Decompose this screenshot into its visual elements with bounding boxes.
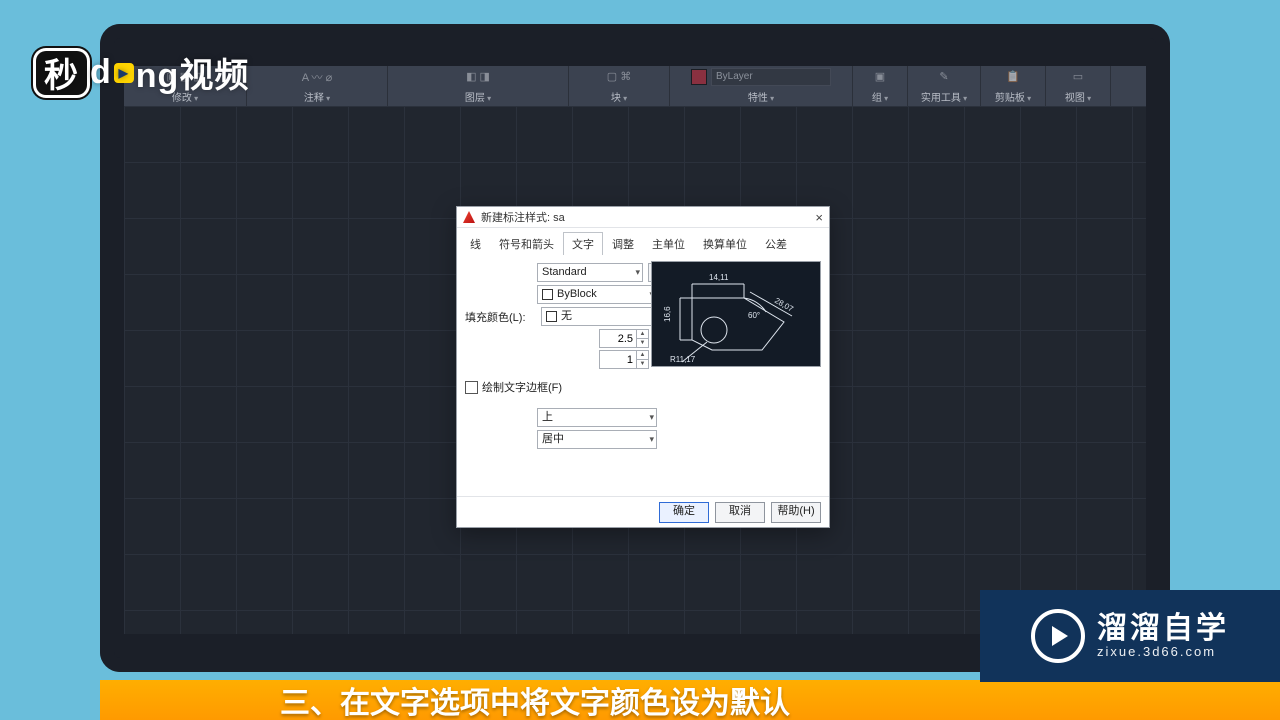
color-swatch-icon — [542, 289, 553, 300]
ok-button[interactable]: 确定 — [659, 502, 709, 523]
ribbon-group-utilities[interactable]: ✎ 实用工具 — [908, 66, 981, 106]
layer-combo[interactable]: ByLayer — [711, 68, 831, 86]
caption-text: 三、在文字选项中将文字颜色设为默认 — [280, 680, 790, 720]
dimension-preview: 14,11 16,6 28,07 60° R11,17 — [651, 261, 821, 367]
play-circle-icon — [1031, 609, 1085, 663]
color-swatch-icon[interactable] — [691, 69, 707, 85]
ribbon-group-properties[interactable]: ByLayer 特性 — [670, 66, 853, 106]
color-swatch-icon — [546, 311, 557, 322]
play-icon: ▶ — [114, 63, 134, 83]
chevron-up-icon[interactable]: ▲ — [636, 330, 648, 339]
draw-frame-checkbox[interactable] — [465, 381, 478, 394]
tab-symbols[interactable]: 符号和箭头 — [490, 232, 563, 255]
ribbon: ▣ ▤ ▥ 修改 A 〰 ⌀ 注释 ◧ ◨ 图层 ▢ ⌘ 块 ByLayer 特… — [124, 66, 1146, 107]
tab-alt-units[interactable]: 换算单位 — [694, 232, 756, 255]
text-height-input[interactable] — [600, 330, 636, 347]
horizontal-pos-combo[interactable]: 居中 — [537, 430, 657, 449]
fill-color-combo[interactable]: 无 — [541, 307, 661, 326]
chevron-up-icon[interactable]: ▲ — [636, 351, 648, 360]
ribbon-group-clipboard[interactable]: 📋 剪贴板 — [981, 66, 1046, 106]
brand-bottom-right: 溜溜自学 zixue.3d66.com — [980, 590, 1280, 682]
text-style-combo[interactable]: Standard — [537, 263, 643, 282]
brand-top-left: 秒 d ▶ ng视频 — [36, 48, 249, 97]
dialog-title: 新建标注样式: sa — [481, 209, 565, 225]
close-icon[interactable]: × — [815, 210, 823, 225]
scale-spinner[interactable]: ▲▼ — [599, 350, 649, 369]
svg-text:16,6: 16,6 — [663, 306, 672, 322]
fill-color-label: 填充颜色(L): — [465, 309, 535, 325]
dialog-titlebar: 新建标注样式: sa × — [457, 207, 829, 228]
vertical-pos-combo[interactable]: 上 — [537, 408, 657, 427]
dim-style-dialog: 新建标注样式: sa × 线 符号和箭头 文字 调整 主单位 换算单位 公差 S… — [456, 206, 830, 528]
caption-bar: 三、在文字选项中将文字颜色设为默认 — [100, 680, 1280, 720]
cancel-button[interactable]: 取消 — [715, 502, 765, 523]
tab-lines[interactable]: 线 — [461, 232, 490, 255]
dialog-tabs: 线 符号和箭头 文字 调整 主单位 换算单位 公差 — [457, 228, 829, 255]
ribbon-group-block[interactable]: ▢ ⌘ 块 — [569, 66, 670, 106]
dialog-footer: 确定 取消 帮助(H) — [457, 496, 829, 527]
ribbon-group-layers[interactable]: ◧ ◨ 图层 — [388, 66, 569, 106]
ribbon-group-groups[interactable]: ▣ 组 — [853, 66, 908, 106]
tab-text[interactable]: 文字 — [563, 232, 603, 255]
tab-fit[interactable]: 调整 — [603, 232, 643, 255]
chevron-down-icon[interactable]: ▼ — [636, 339, 648, 347]
ribbon-group-annotate[interactable]: A 〰 ⌀ 注释 — [247, 66, 388, 106]
ribbon-group-view[interactable]: ▭ 视图 — [1046, 66, 1111, 106]
monitor-frame: ▣ ▤ ▥ 修改 A 〰 ⌀ 注释 ◧ ◨ 图层 ▢ ⌘ 块 ByLayer 特… — [100, 24, 1170, 672]
tab-tolerances[interactable]: 公差 — [756, 232, 796, 255]
scale-input[interactable] — [600, 351, 636, 368]
svg-text:60°: 60° — [748, 311, 760, 320]
app-screen: ▣ ▤ ▥ 修改 A 〰 ⌀ 注释 ◧ ◨ 图层 ▢ ⌘ 块 ByLayer 特… — [124, 66, 1146, 634]
app-icon — [463, 211, 475, 223]
svg-text:R11,17: R11,17 — [670, 355, 696, 364]
help-button[interactable]: 帮助(H) — [771, 502, 821, 523]
text-height-spinner[interactable]: ▲▼ — [599, 329, 649, 348]
text-color-combo[interactable]: ByBlock — [537, 285, 657, 304]
chevron-down-icon[interactable]: ▼ — [636, 360, 648, 368]
svg-text:14,11: 14,11 — [709, 273, 729, 282]
draw-frame-label: 绘制文字边框(F) — [482, 379, 562, 395]
tab-primary-units[interactable]: 主单位 — [643, 232, 694, 255]
